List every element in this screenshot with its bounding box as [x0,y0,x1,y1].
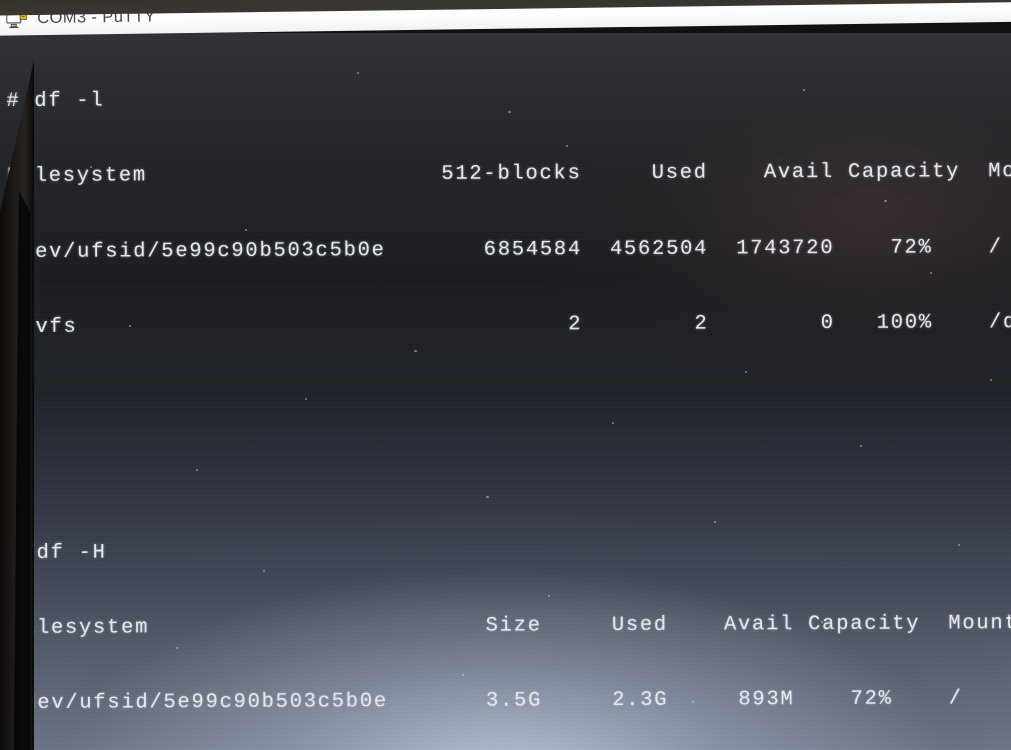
terminal-line: Filesystem 512-blocks Used Avail Capacit… [6,160,1011,189]
monitor-photo: # df -l Filesystem 512-blocks Used Avail… [0,0,1011,750]
terminal-line: /dev/ufsid/5e99c90b503c5b0e 3.5G 2.3G 89… [9,687,963,716]
terminal-line: # df -l [6,89,105,114]
terminal-line: # df -H [8,541,107,565]
terminal-line: /dev/ufsid/5e99c90b503c5b0e 6854584 4562… [6,235,1003,264]
terminal-screen[interactable]: # df -l Filesystem 512-blocks Used Avail… [0,33,1011,750]
terminal-output: # df -l Filesystem 512-blocks Used Avail… [6,34,1011,750]
terminal-line: # [8,385,1008,415]
putty-window: # df -l Filesystem 512-blocks Used Avail… [0,0,1011,750]
terminal-line: # [8,461,1008,491]
terminal-line: devfs 2 2 0 100% /dev [7,310,1011,340]
terminal-line: Filesystem Size Used Avail Capacity Moun… [8,611,1011,641]
